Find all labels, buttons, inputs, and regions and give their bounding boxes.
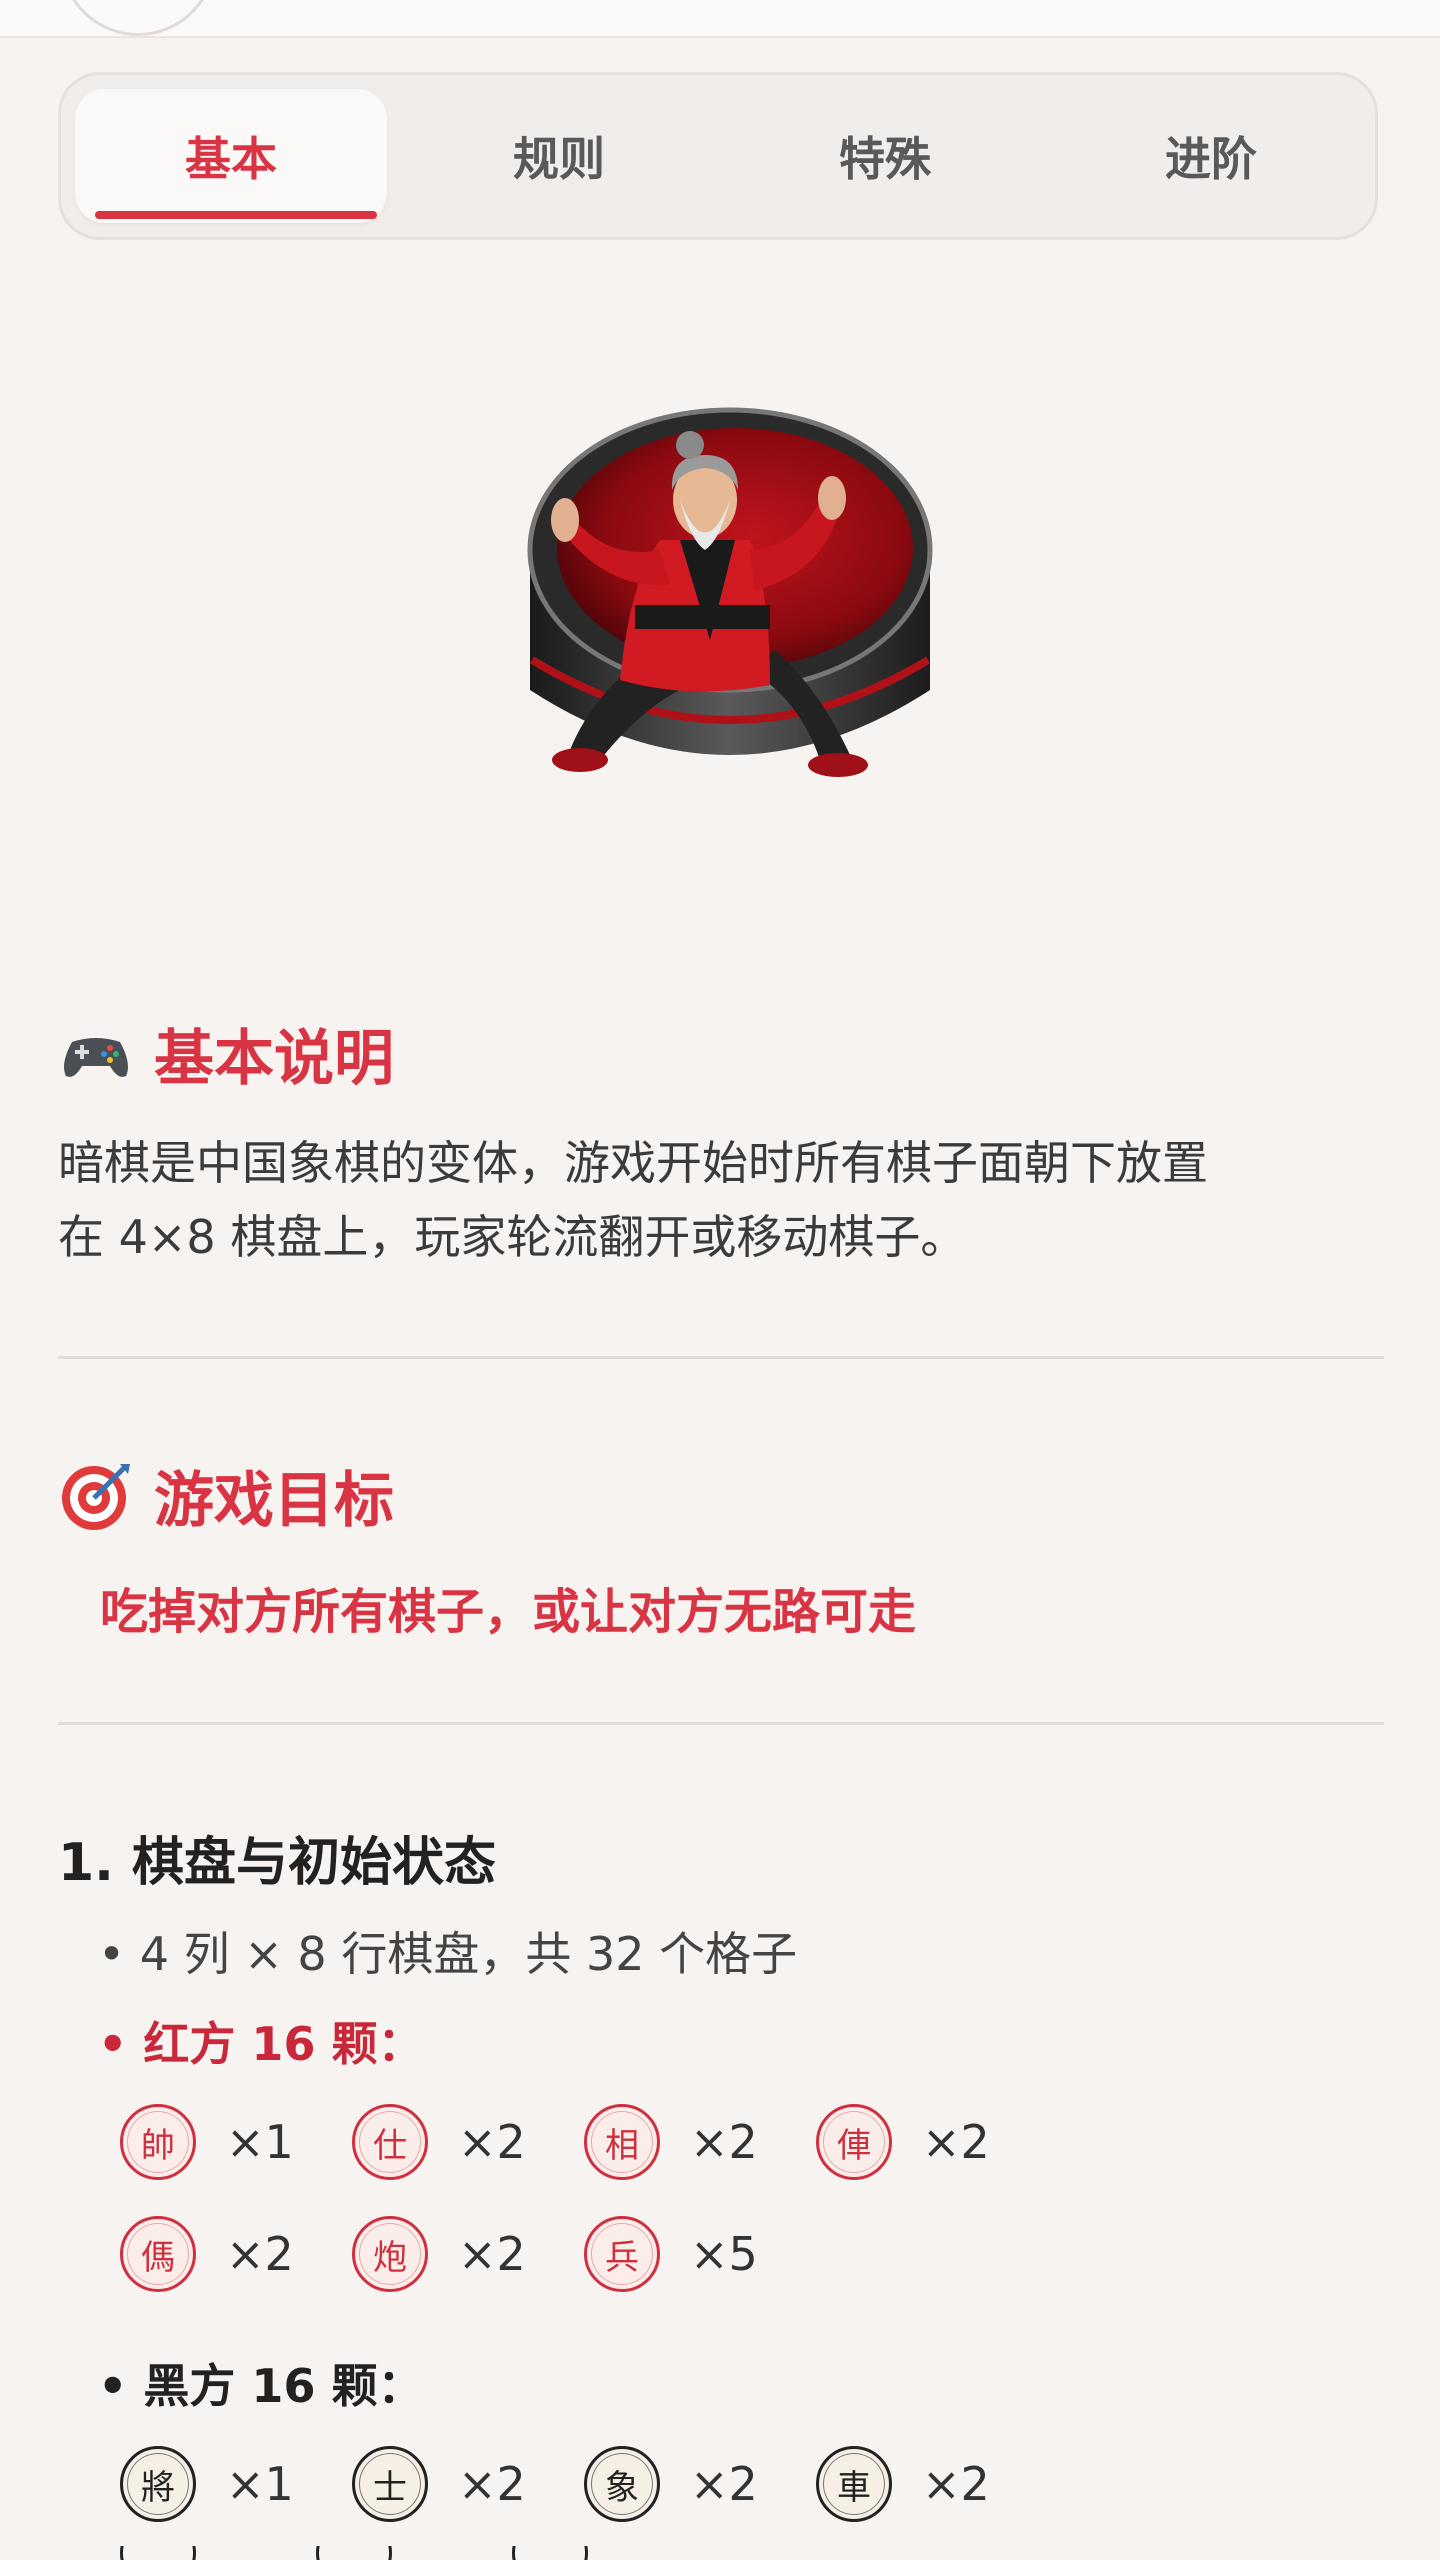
tab-label: 规则 (513, 132, 605, 186)
tab-special[interactable]: 特殊 (729, 89, 1041, 223)
gamepad-icon (64, 1037, 128, 1077)
red-piece-xiang: 相 (584, 2104, 660, 2180)
red-piece-pao: 炮 (352, 2216, 428, 2292)
top-header-bar (0, 0, 1440, 38)
piece-item: 兵 ×5 (584, 2216, 780, 2292)
piece-item: 俥 ×2 (816, 2104, 1012, 2180)
red-pieces-row-1: 帥 ×1 仕 ×2 相 ×2 俥 ×2 (120, 2104, 1048, 2180)
red-piece-bing: 兵 (584, 2216, 660, 2292)
piece-item: 仕 ×2 (352, 2104, 548, 2180)
black-piece-shi: 士 (352, 2446, 428, 2522)
piece-count: ×2 (458, 2457, 526, 2511)
board-heading: 1. 棋盘与初始状态 (58, 1833, 497, 1893)
piece-count: ×5 (690, 2227, 758, 2281)
red-piece-ju: 俥 (816, 2104, 892, 2180)
description-line: 暗棋是中国象棋的变体，游戏开始时所有棋子面朝下放置 (58, 1136, 1208, 1190)
black-pieces-row-1: 將 ×1 士 ×2 象 ×2 車 ×2 (120, 2446, 1048, 2522)
section-title-text: 游戏目标 (154, 1466, 394, 1536)
piece-count: ×2 (922, 2115, 990, 2169)
target-icon (62, 1463, 130, 1530)
tab-label: 特殊 (839, 132, 931, 186)
piece-count: ×2 (690, 2457, 758, 2511)
piece-item: 象 ×2 (584, 2446, 780, 2522)
black-piece-jiang: 將 (120, 2446, 196, 2522)
section-basic-title: 基本说明 (58, 1010, 394, 1097)
piece-count: ×1 (226, 2457, 294, 2511)
hero-chess-piece-illustration (527, 407, 933, 777)
black-piece-xiang: 象 (584, 2446, 660, 2522)
description-line: 在 4×8 棋盘上，玩家轮流翻开或移动棋子。 (58, 1210, 967, 1264)
tab-rules[interactable]: 规则 (403, 89, 715, 223)
red-pieces-row-2: 傌 ×2 炮 ×2 兵 ×5 (120, 2216, 816, 2292)
piece-outline (120, 2546, 196, 2560)
board-size-bullet: • 4 列 × 8 行棋盘，共 32 个格子 (98, 1927, 798, 1981)
piece-count: ×1 (226, 2115, 294, 2169)
black-piece-ju: 車 (816, 2446, 892, 2522)
red-piece-shi: 仕 (352, 2104, 428, 2180)
red-pieces-label: • 红方 16 颗： (98, 2017, 424, 2071)
tab-advanced[interactable]: 进阶 (1055, 89, 1367, 223)
section-goal-title: 游戏目标 (58, 1452, 394, 1539)
section-title-text: 基本说明 (154, 1024, 394, 1094)
piece-item: 帥 ×1 (120, 2104, 316, 2180)
piece-count: ×2 (458, 2227, 526, 2281)
piece-count: ×2 (226, 2227, 294, 2281)
piece-item: 炮 ×2 (352, 2216, 548, 2292)
active-tab-indicator (95, 211, 377, 219)
red-piece-ma: 傌 (120, 2216, 196, 2292)
black-pieces-row-2-partial (120, 2546, 588, 2560)
tab-bar: 基本 规则 特殊 进阶 (58, 72, 1378, 240)
piece-item: 相 ×2 (584, 2104, 780, 2180)
goal-text: 吃掉对方所有棋子，或让对方无路可走 (100, 1584, 917, 1640)
divider (58, 1722, 1384, 1725)
tab-basic[interactable]: 基本 (75, 89, 387, 223)
avatar[interactable] (60, 0, 216, 36)
piece-count: ×2 (690, 2115, 758, 2169)
piece-item: 車 ×2 (816, 2446, 1012, 2522)
tab-label: 进阶 (1165, 132, 1257, 186)
basic-description: 暗棋是中国象棋的变体，游戏开始时所有棋子面朝下放置 在 4×8 棋盘上，玩家轮流… (58, 1126, 1388, 1274)
piece-count: ×2 (458, 2115, 526, 2169)
red-piece-shuai: 帥 (120, 2104, 196, 2180)
piece-outline (512, 2546, 588, 2560)
piece-item: 傌 ×2 (120, 2216, 316, 2292)
tab-label: 基本 (185, 132, 277, 186)
divider (58, 1356, 1384, 1359)
piece-count: ×2 (922, 2457, 990, 2511)
piece-item: 將 ×1 (120, 2446, 316, 2522)
piece-item: 士 ×2 (352, 2446, 548, 2522)
piece-outline (316, 2546, 392, 2560)
black-pieces-label: • 黑方 16 颗： (98, 2359, 424, 2413)
